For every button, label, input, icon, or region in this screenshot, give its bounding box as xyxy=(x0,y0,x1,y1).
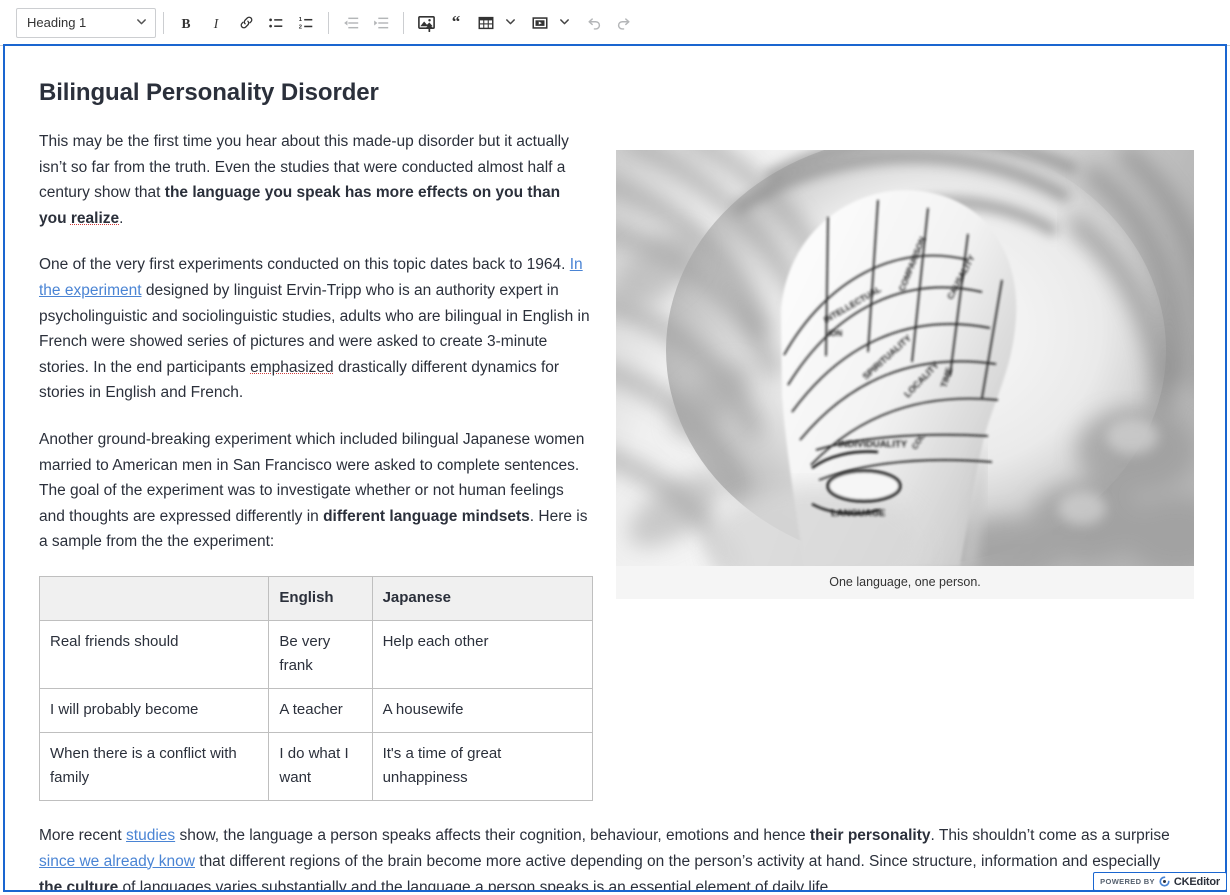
figure-image[interactable]: INTELLECTUAL ION COMPARISON CAUSALITY SP… xyxy=(616,150,1194,566)
svg-text:ION: ION xyxy=(828,329,842,338)
ckeditor-logo-icon xyxy=(1159,876,1170,887)
undo-button[interactable] xyxy=(579,8,609,38)
table-cell-1-1[interactable]: A teacher xyxy=(268,687,373,733)
bulleted-list-icon xyxy=(267,14,285,32)
link-since-we-already-know[interactable]: since we already know xyxy=(39,853,195,870)
powered-by-ckeditor-badge[interactable]: POWERED BY CKEditor xyxy=(1093,872,1227,891)
paragraph-4: More recent studies show, the language a… xyxy=(39,823,1185,892)
table-cell-1-0[interactable]: I will probably become xyxy=(38,687,270,733)
heading-style-value: Heading 1 xyxy=(27,15,87,30)
table-cell-0-2[interactable]: Help each other xyxy=(371,619,594,689)
phrenology-photo-graphic: INTELLECTUAL ION COMPARISON CAUSALITY SP… xyxy=(616,150,1194,566)
table-cell-1-2[interactable]: A housewife xyxy=(371,687,594,733)
p2-text-a: One of the very first experiments conduc… xyxy=(39,256,570,274)
table-cell-2-1[interactable]: I do what I want xyxy=(268,731,373,801)
image-upload-icon xyxy=(417,13,436,32)
sample-sentences-table[interactable]: English Japanese Real friends should Be … xyxy=(38,575,594,801)
block-quote-button[interactable]: “ xyxy=(441,8,471,38)
undo-icon xyxy=(585,14,603,32)
italic-button[interactable]: I xyxy=(201,8,231,38)
chevron-down-icon xyxy=(136,15,147,30)
p4-text-e: of languages varies substantially and th… xyxy=(118,878,833,892)
table-cell-0-0[interactable]: Real friends should xyxy=(38,619,270,689)
insert-media-button[interactable] xyxy=(525,8,555,38)
numbered-list-icon: 1 2 xyxy=(297,14,315,32)
media-icon xyxy=(531,14,549,32)
p4-bold-2: the culture xyxy=(39,878,119,892)
media-dropdown-chevron[interactable] xyxy=(555,8,573,38)
p4-text-d: that different regions of the brain beco… xyxy=(194,852,1161,870)
toolbar-separator xyxy=(403,11,404,34)
p3-bold: different language mindsets xyxy=(323,507,530,525)
paragraph-1: This may be the first time you hear abou… xyxy=(39,129,591,231)
heading-style-dropdown[interactable]: Heading 1 xyxy=(16,7,156,38)
redo-icon xyxy=(615,14,633,32)
insert-table-button[interactable] xyxy=(471,8,501,38)
svg-text:1: 1 xyxy=(299,17,303,23)
increase-indent-button[interactable] xyxy=(366,8,396,38)
toolbar-separator xyxy=(163,11,164,34)
editor-toolbar: Heading 1 B I 1 2 “ xyxy=(0,0,1230,46)
link-button[interactable] xyxy=(231,8,261,38)
table-row: Real friends should Be very frank Help e… xyxy=(38,619,594,689)
p1-end: . xyxy=(119,209,124,227)
figure-caption[interactable]: One language, one person. xyxy=(616,566,1194,599)
table-icon xyxy=(477,14,495,32)
chevron-down-icon xyxy=(559,14,570,32)
table-header-cell-1[interactable]: English xyxy=(268,575,373,621)
editor-content-area[interactable]: Bilingual Personality Disorder INTELLECT… xyxy=(3,44,1227,892)
table-header-cell-2[interactable]: Japanese xyxy=(371,575,594,621)
paragraph-3: Another ground-breaking experiment which… xyxy=(39,427,591,555)
page-title: Bilingual Personality Disorder xyxy=(39,79,379,106)
table-dropdown-chevron[interactable] xyxy=(501,8,519,38)
p4-text-a: More recent xyxy=(39,826,127,844)
table-row: I will probably become A teacher A house… xyxy=(38,687,594,733)
figure-phrenology[interactable]: INTELLECTUAL ION COMPARISON CAUSALITY SP… xyxy=(616,150,1194,599)
svg-text:B: B xyxy=(181,15,190,30)
link-icon xyxy=(238,14,255,31)
indent-icon xyxy=(372,14,390,32)
decrease-indent-button[interactable] xyxy=(336,8,366,38)
svg-text:INDIVIDUALITY: INDIVIDUALITY xyxy=(838,439,908,450)
toolbar-separator xyxy=(328,11,329,34)
table-header-row: English Japanese xyxy=(38,575,594,621)
left-text-column: This may be the first time you hear abou… xyxy=(38,129,594,823)
table-cell-2-0[interactable]: When there is a conflict with family xyxy=(38,731,270,801)
p4-bold-1: their personality xyxy=(809,826,931,844)
table-cell-2-2[interactable]: It's a time of great unhappiness xyxy=(371,731,594,801)
redo-button[interactable] xyxy=(609,8,639,38)
table-cell-0-1[interactable]: Be very frank xyxy=(268,619,373,689)
ckeditor-product-label: CKEditor xyxy=(1173,875,1220,888)
p1-misspelled-word: realize xyxy=(70,209,120,227)
blockquote-icon: “ xyxy=(447,14,465,32)
ckeditor-window: Heading 1 B I 1 2 “ Bilingual Personalit… xyxy=(0,0,1230,895)
bold-icon: B xyxy=(177,14,195,32)
document-body[interactable]: Bilingual Personality Disorder INTELLECT… xyxy=(5,46,1225,890)
bulleted-list-button[interactable] xyxy=(261,8,291,38)
numbered-list-button[interactable]: 1 2 xyxy=(291,8,321,38)
link-studies[interactable]: studies xyxy=(126,827,175,844)
p4-text-c: . This shouldn’t come as a surprise xyxy=(930,826,1170,844)
table-header-cell-0[interactable] xyxy=(38,575,270,621)
chevron-down-icon xyxy=(505,14,516,32)
powered-by-label: POWERED BY xyxy=(1100,877,1155,886)
svg-text:2: 2 xyxy=(299,24,303,30)
p2-misspelled-word: emphasized xyxy=(250,358,334,376)
svg-text:I: I xyxy=(213,15,220,30)
outdent-icon xyxy=(342,14,360,32)
paragraph-2: One of the very first experiments conduc… xyxy=(39,252,591,406)
svg-text:“: “ xyxy=(452,14,461,31)
p4-text-b: show, the language a person speaks affec… xyxy=(175,826,810,844)
bold-button[interactable]: B xyxy=(171,8,201,38)
table-body: Real friends should Be very frank Help e… xyxy=(38,619,594,801)
insert-image-button[interactable] xyxy=(411,8,441,38)
italic-icon: I xyxy=(207,14,225,32)
table-head: English Japanese xyxy=(38,575,594,621)
table-row: When there is a conflict with family I d… xyxy=(38,731,594,801)
svg-text:LANGUAGE: LANGUAGE xyxy=(831,508,885,519)
